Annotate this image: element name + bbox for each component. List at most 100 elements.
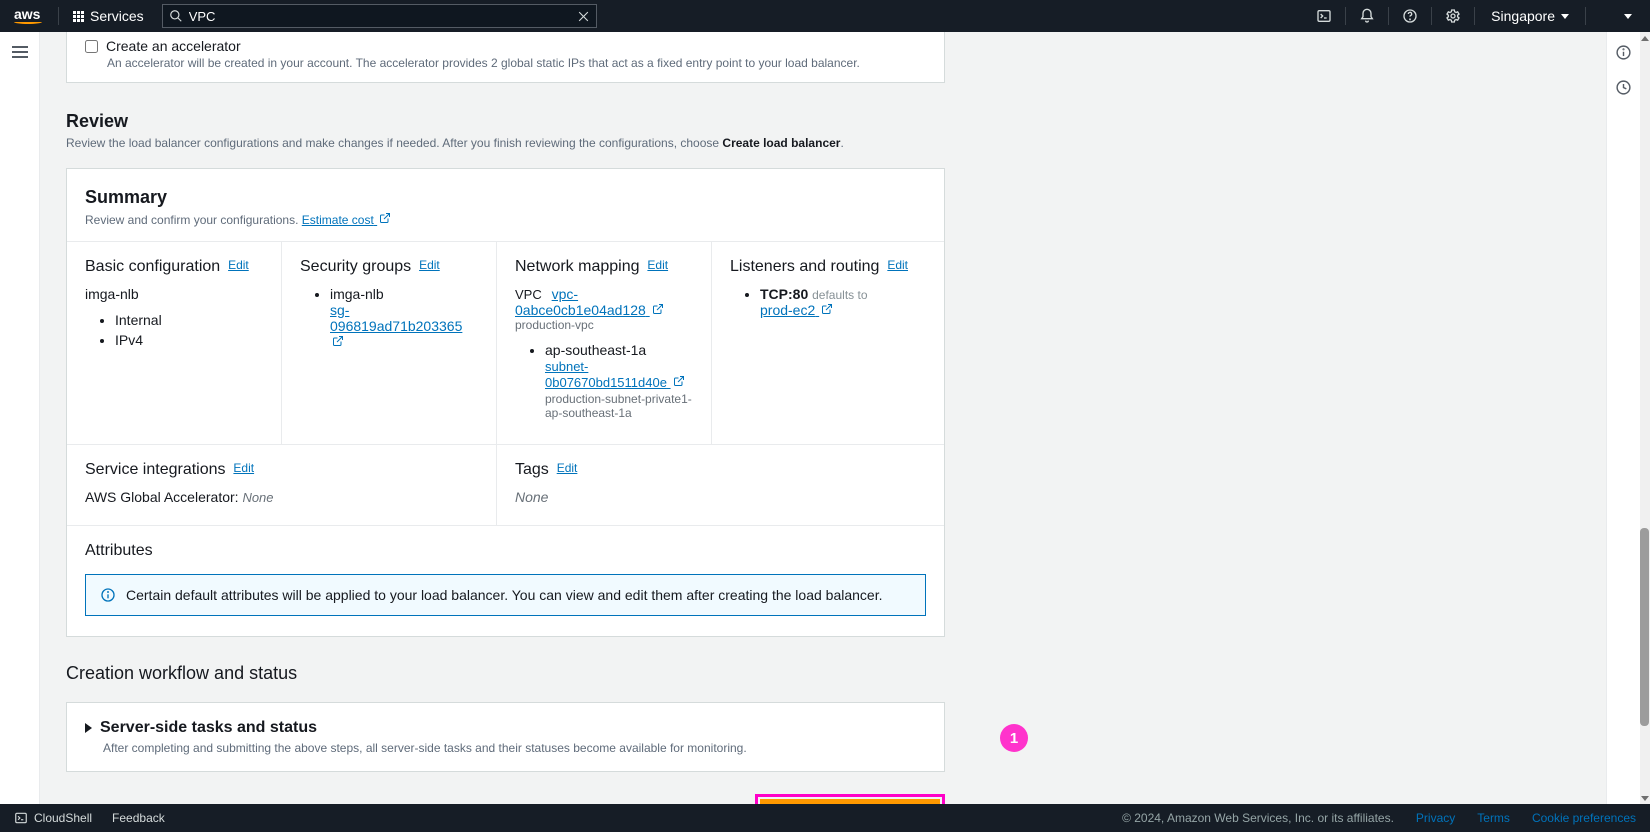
az-list: ap-southeast-1a subnet-0b07670bd1511d40e… [545,342,693,420]
defaults-to-text: defaults to [812,288,867,302]
caret-down-icon [1561,14,1569,19]
listeners-edit-link[interactable]: Edit [887,258,908,272]
external-link-icon [379,212,391,224]
estimate-cost-link[interactable]: Estimate cost [302,213,391,227]
triangle-right-icon [85,723,92,733]
subnet-link[interactable]: subnet-0b07670bd1511d40e [545,359,685,390]
account-menu[interactable] [1590,0,1650,32]
summary-grid-row1: Basic configuration Edit imga-nlb Intern… [67,242,944,444]
sg-edit-link[interactable]: Edit [419,258,440,272]
summary-grid-row2: Service integrations Edit AWS Global Acc… [67,444,944,525]
info-icon [100,587,116,603]
create-accelerator-checkbox[interactable] [85,40,98,53]
cookie-preferences-link[interactable]: Cookie preferences [1532,811,1636,825]
region-selector[interactable]: Singapore [1479,0,1581,32]
bell-icon [1359,8,1375,24]
scrollbar-down[interactable] [1640,792,1650,804]
create-accelerator-checkbox-row[interactable]: Create an accelerator [85,38,926,54]
aws-logo-text: aws [14,9,42,19]
search-box[interactable] [162,4,597,28]
list-item: TCP:80 defaults to prod-ec2 [760,286,926,318]
external-link-icon [332,335,344,347]
listener-proto: TCP:80 [760,286,808,302]
review-section-header: Review Review the load balancer configur… [66,111,945,150]
basic-config-list: Internal IPv4 [115,312,263,348]
accelerator-panel: Create an accelerator An accelerator wil… [66,32,945,83]
subnet-name: production-subnet-private1-ap-southeast-… [545,392,693,420]
service-integrations-cell: Service integrations Edit AWS Global Acc… [67,445,497,525]
clear-search-icon[interactable] [577,10,590,23]
server-side-tasks-title: Server-side tasks and status [100,719,317,737]
review-heading: Review [66,111,945,132]
accelerator-checkbox-label: Create an accelerator [106,38,241,54]
review-desc: Review the load balancer configurations … [66,136,945,150]
tags-edit-link[interactable]: Edit [557,461,578,475]
basic-config-edit-link[interactable]: Edit [228,258,249,272]
vpc-name: production-vpc [515,318,693,332]
az-name: ap-southeast-1a [545,342,693,358]
summary-panel: Summary Review and confirm your configur… [66,168,945,637]
external-link-icon [652,303,664,315]
target-group-link[interactable]: prod-ec2 [760,302,833,318]
sg-link[interactable]: sg-096819ad71b203365 [330,302,462,350]
create-button-highlight: Create load balancer [755,794,945,804]
summary-heading: Summary [85,187,926,208]
external-link-icon [673,375,685,387]
accelerator-desc: An accelerator will be created in your a… [107,56,926,70]
attributes-info-text: Certain default attributes will be appli… [126,587,883,603]
server-side-tasks-panel: Server-side tasks and status After compl… [66,702,945,772]
listeners-title: Listeners and routing [730,258,879,275]
services-menu-button[interactable]: Services [63,0,154,32]
external-link-icon [821,303,833,315]
server-side-tasks-desc: After completing and submitting the abov… [103,741,926,755]
tags-cell: Tags Edit None [497,445,944,525]
network-mapping-cell: Network mapping Edit VPC vpc-0abce0cb1e0… [497,242,712,444]
services-label: Services [90,8,144,24]
si-edit-link[interactable]: Edit [233,461,254,475]
hamburger-icon[interactable] [12,46,28,58]
summary-sub: Review and confirm your configurations. … [85,212,926,227]
top-navigation: aws Services Singapore [0,0,1650,32]
listeners-list: TCP:80 defaults to prod-ec2 [760,286,926,318]
help-button[interactable] [1393,0,1427,32]
si-title: Service integrations [85,461,226,478]
cloudshell-link[interactable]: CloudShell [14,811,92,825]
gear-icon [1445,8,1461,24]
help-icon [1402,8,1418,24]
callout-badge-1: 1 [1000,724,1028,752]
grid-icon [73,11,84,22]
feedback-link[interactable]: Feedback [112,811,165,825]
security-groups-cell: Security groups Edit imga-nlb sg-096819a… [282,242,497,444]
sg-list: imga-nlb sg-096819ad71b203365 [330,286,478,350]
attributes-section: Attributes Certain default attributes wi… [67,525,944,636]
attributes-title: Attributes [85,542,926,560]
list-item: imga-nlb sg-096819ad71b203365 [330,286,478,350]
scrollbar-thumb[interactable] [1640,528,1649,726]
net-edit-link[interactable]: Edit [647,258,668,272]
list-item: IPv4 [115,332,263,348]
scrollbar-up[interactable] [1640,32,1650,44]
info-panel-icon[interactable] [1615,44,1632,61]
cloudshell-icon-button[interactable] [1307,0,1341,32]
sg-title: Security groups [300,258,411,275]
action-button-row: Cancel Create load balancer [66,794,945,804]
attributes-info-box: Certain default attributes will be appli… [85,574,926,616]
footer-bar: CloudShell Feedback © 2024, Amazon Web S… [0,804,1650,832]
privacy-link[interactable]: Privacy [1416,811,1455,825]
server-side-tasks-toggle[interactable]: Server-side tasks and status [85,719,926,737]
settings-button[interactable] [1436,0,1470,32]
notifications-button[interactable] [1350,0,1384,32]
net-title: Network mapping [515,258,640,275]
terminal-icon [14,811,28,825]
aws-logo[interactable]: aws [14,9,42,24]
tags-title: Tags [515,461,549,478]
side-nav-collapsed [0,32,40,804]
workflow-heading: Creation workflow and status [66,663,945,684]
lb-name-value: imga-nlb [85,286,263,302]
basic-config-cell: Basic configuration Edit imga-nlb Intern… [67,242,282,444]
si-value-row: AWS Global Accelerator: None [85,489,478,505]
clock-icon[interactable] [1615,79,1632,96]
listeners-cell: Listeners and routing Edit TCP:80 defaul… [712,242,944,444]
terms-link[interactable]: Terms [1477,811,1510,825]
search-input[interactable] [189,9,577,24]
